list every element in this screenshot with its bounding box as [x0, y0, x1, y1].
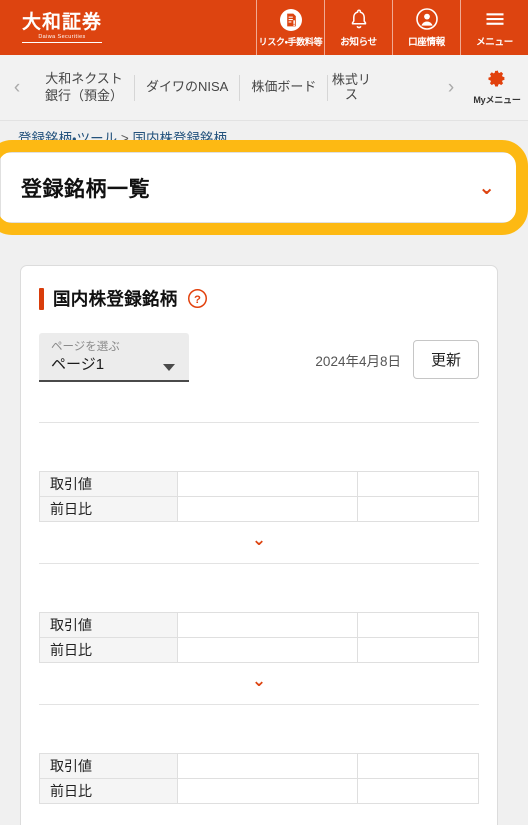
- mymenu-label: Myメニュー: [473, 95, 521, 105]
- nav-item-stock-board[interactable]: 株価ボード: [240, 73, 327, 103]
- stock-name: [39, 423, 479, 471]
- row-value-right: [357, 778, 479, 805]
- registered-stocks-accordion[interactable]: 登録銘柄一覧 ⌄: [0, 152, 518, 223]
- accordion-title: 登録銘柄一覧: [21, 177, 150, 201]
- header-button-notifications[interactable]: お知らせ: [324, 0, 392, 55]
- row-value-mid: [177, 637, 358, 664]
- row-value-right: [357, 471, 479, 498]
- row-value-mid: [177, 778, 358, 805]
- toolbar-right-group: 2024年4月8日 更新: [315, 340, 479, 382]
- nav-item-daiwa-nisa[interactable]: ダイワのNISA: [135, 73, 239, 103]
- header-button-menu[interactable]: メニュー: [460, 0, 528, 55]
- table-row: 前日比: [39, 637, 479, 664]
- mymenu-button[interactable]: Myメニュー: [466, 55, 528, 120]
- row-label-trade-price: 取引値: [39, 471, 178, 498]
- header-button-menu-label: メニュー: [476, 37, 513, 48]
- as-of-date: 2024年4月8日: [315, 353, 401, 369]
- row-value-right: [357, 753, 479, 780]
- nav-next-arrow[interactable]: ›: [436, 77, 466, 99]
- stock-expander[interactable]: ⌄: [39, 663, 479, 704]
- app-header: 大和証券 Daiwa Securities リスク・手数料等 お知らせ 口座情報…: [0, 0, 528, 55]
- stock-block: 取引値 前日比 ⌄: [39, 422, 479, 563]
- row-value-right: [357, 612, 479, 639]
- breadcrumb: 登録銘柄・ツール > 国内株登録銘柄: [0, 121, 528, 147]
- header-button-risk-label: リスク・手数料等: [258, 36, 323, 47]
- row-value-mid: [177, 496, 358, 523]
- account-circle-icon: [415, 7, 439, 31]
- page-select[interactable]: ページを選ぶ ページ1: [39, 333, 189, 383]
- nav-item-daiwa-next-bank[interactable]: 大和ネクスト 銀行（預金）: [34, 71, 134, 102]
- stock-block: 取引値 前日比: [39, 704, 479, 805]
- svg-text:?: ?: [194, 294, 201, 306]
- quote-table: 取引値 前日比: [39, 612, 479, 664]
- bell-icon: [347, 7, 371, 31]
- row-label-trade-price: 取引値: [39, 753, 178, 780]
- page-select-value: ページ1: [51, 356, 105, 374]
- quote-table: 取引値 前日比: [39, 471, 479, 523]
- table-row: 取引値: [39, 753, 479, 780]
- page-select-label: ページを選ぶ: [51, 341, 120, 353]
- row-value-right: [357, 496, 479, 523]
- chevron-down-icon: [163, 364, 175, 372]
- nav-prev-arrow[interactable]: ‹: [0, 77, 34, 99]
- section-header: 国内株登録銘柄 ?: [39, 286, 479, 311]
- nav-item-list: 大和ネクスト 銀行（預金） ダイワのNISA 株価ボード 株式リ ス: [34, 55, 436, 120]
- header-button-notifications-label: お知らせ: [340, 37, 377, 48]
- refresh-button[interactable]: 更新: [412, 340, 479, 380]
- breadcrumb-separator: >: [117, 131, 133, 146]
- shortcut-nav-bar: ‹ 大和ネクスト 銀行（預金） ダイワのNISA 株価ボード 株式リ ス › M…: [0, 55, 528, 121]
- stock-name: [39, 564, 479, 612]
- row-value-right: [357, 637, 479, 664]
- header-button-risk[interactable]: リスク・手数料等: [256, 0, 324, 55]
- section-title: 国内株登録銘柄: [53, 289, 178, 309]
- stock-expander[interactable]: ⌄: [39, 522, 479, 563]
- table-row: 取引値: [39, 612, 479, 639]
- row-value-mid: [177, 753, 358, 780]
- logo-main-text: 大和証券: [22, 11, 103, 33]
- risk-document-icon: [279, 8, 303, 32]
- table-row: 前日比: [39, 778, 479, 805]
- chevron-down-icon[interactable]: ⌄: [252, 671, 266, 690]
- quote-table: 取引値 前日比: [39, 753, 479, 805]
- header-button-account[interactable]: 口座情報: [392, 0, 460, 55]
- breadcrumb-current: 国内株登録銘柄: [132, 131, 227, 146]
- row-label-prev-day-change: 前日比: [39, 637, 178, 664]
- table-row: 取引値: [39, 471, 479, 498]
- brand-logo[interactable]: 大和証券 Daiwa Securities: [0, 0, 256, 55]
- hamburger-menu-icon: [483, 7, 507, 31]
- logo-sub-text: Daiwa Securities: [38, 34, 86, 41]
- row-value-mid: [177, 612, 358, 639]
- chevron-down-icon[interactable]: ⌄: [478, 178, 495, 198]
- row-label-prev-day-change: 前日比: [39, 496, 178, 523]
- gear-icon: [485, 67, 509, 91]
- panel-toolbar: ページを選ぶ ページ1 2024年4月8日 更新: [39, 333, 479, 383]
- row-label-trade-price: 取引値: [39, 612, 178, 639]
- row-label-prev-day-change: 前日比: [39, 778, 178, 805]
- app-viewport: 大和証券 Daiwa Securities リスク・手数料等 お知らせ 口座情報…: [0, 0, 528, 825]
- breadcrumb-parent-link[interactable]: 登録銘柄・ツール: [18, 131, 117, 146]
- header-button-account-label: 口座情報: [408, 37, 445, 48]
- stock-name: [39, 705, 479, 753]
- chevron-down-icon[interactable]: ⌄: [252, 530, 266, 549]
- table-row: 前日比: [39, 496, 479, 523]
- nav-item-stock-list[interactable]: 株式リ ス: [328, 71, 374, 105]
- domestic-stocks-panel: 国内株登録銘柄 ? ページを選ぶ ページ1 2024年4月8日 更新 取引値 前…: [20, 265, 498, 825]
- stock-block: 取引値 前日比 ⌄: [39, 563, 479, 704]
- row-value-mid: [177, 471, 358, 498]
- section-accent-bar: [39, 287, 44, 310]
- question-circle-icon[interactable]: ?: [187, 288, 208, 309]
